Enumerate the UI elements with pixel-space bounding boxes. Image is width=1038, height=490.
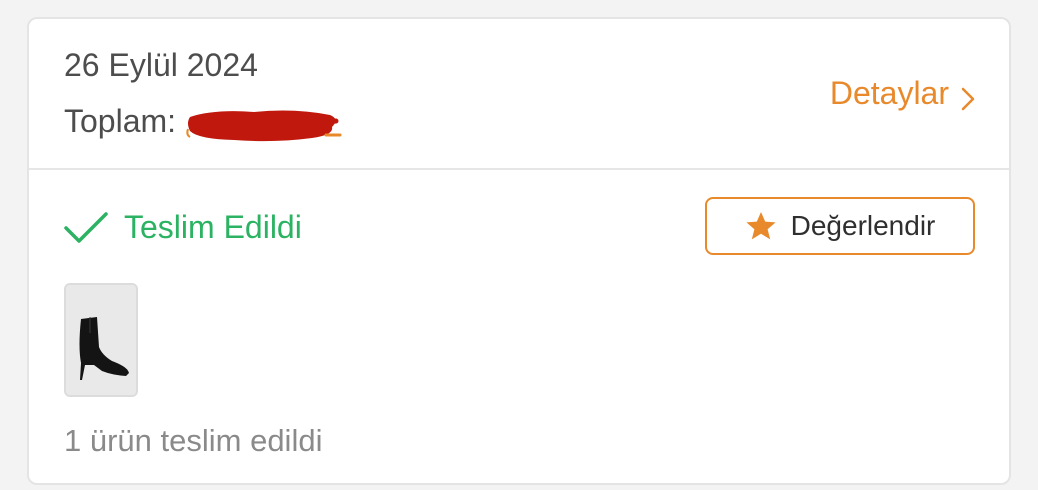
order-total-row: Toplam:: [64, 103, 342, 141]
order-date: 26 Eylül 2024: [64, 47, 258, 83]
check-icon: [64, 211, 108, 244]
order-total-label: Toplam:: [64, 103, 177, 139]
order-card: 26 Eylül 2024 Toplam: Detaylar Teslim Ed…: [27, 17, 1011, 485]
redacted-total-value: [184, 105, 342, 141]
details-link[interactable]: Detaylar: [830, 75, 975, 112]
product-thumbnail[interactable]: [64, 283, 138, 397]
chevron-right-icon: [961, 82, 975, 110]
rate-button-label: Değerlendir: [790, 210, 936, 241]
star-icon: [745, 211, 777, 241]
ankle-boot-icon: [66, 285, 136, 395]
details-label: Detaylar: [829, 75, 949, 111]
delivery-status-label: Teslim Edildi: [124, 209, 302, 245]
rate-button[interactable]: Değerlendir: [705, 197, 975, 255]
delivery-status: Teslim Edildi: [64, 209, 302, 246]
order-header: 26 Eylül 2024 Toplam: Detaylar: [29, 19, 1009, 170]
delivered-count-text: 1 ürün teslim edildi: [64, 423, 323, 458]
